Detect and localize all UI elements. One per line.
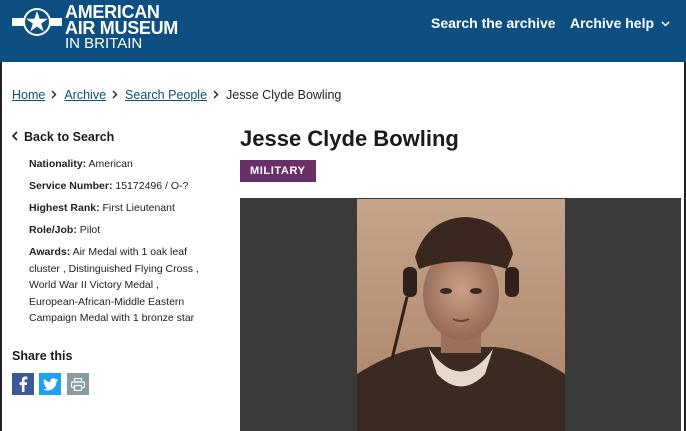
chevron-left-icon xyxy=(11,131,18,141)
chevron-right-icon xyxy=(51,88,57,102)
print-button[interactable] xyxy=(67,373,89,395)
detail-role-job: Role/Job: Pilot xyxy=(29,222,209,239)
nav-search-archive[interactable]: Search the archive xyxy=(431,15,556,31)
detail-label: Role/Job: xyxy=(29,224,77,236)
detail-service-number: Service Number: 15172496 / O-? xyxy=(29,178,209,195)
star-roundel-icon xyxy=(12,8,62,36)
page-title: Jesse Clyde Bowling xyxy=(240,126,459,151)
share-heading: Share this xyxy=(12,349,73,363)
chevron-right-icon xyxy=(112,88,118,102)
detail-highest-rank: Highest Rank: First Lieutenant xyxy=(29,200,209,217)
share-twitter-button[interactable] xyxy=(39,373,61,395)
detail-label: Nationality: xyxy=(29,158,87,170)
nav-archive-help-label: Archive help xyxy=(570,15,655,31)
photo-container xyxy=(240,198,681,431)
nav-archive-help[interactable]: Archive help xyxy=(570,15,670,31)
person-details: Nationality: American Service Number: 15… xyxy=(29,156,209,332)
back-to-search-label: Back to Search xyxy=(24,130,115,144)
share-facebook-button[interactable] xyxy=(12,373,34,395)
breadcrumb-archive[interactable]: Archive xyxy=(64,88,106,102)
detail-awards: Awards: Air Medal with 1 oak leaf cluste… xyxy=(29,244,209,327)
logo-line-3: IN BRITAIN xyxy=(65,35,143,52)
site-header: AMERICAN AIR MUSEUM IN BRITAIN Search th… xyxy=(0,0,686,62)
category-badge: MILITARY xyxy=(240,160,316,182)
detail-label: Highest Rank: xyxy=(29,202,100,214)
breadcrumb: Home Archive Search People Jesse Clyde Bowl… xyxy=(12,88,341,102)
breadcrumb-current: Jesse Clyde Bowling xyxy=(226,88,342,102)
breadcrumb-search-people[interactable]: Search People xyxy=(125,88,207,102)
chevron-right-icon xyxy=(213,88,219,102)
detail-label: Awards: xyxy=(29,246,71,258)
detail-value: 15172496 / O-? xyxy=(115,180,189,192)
printer-icon xyxy=(71,377,85,391)
window-border-left xyxy=(0,0,2,431)
chevron-down-icon xyxy=(661,21,670,27)
detail-value: Pilot xyxy=(79,224,101,236)
portrait-photo xyxy=(357,199,565,431)
site-logo[interactable]: AMERICAN AIR MUSEUM IN BRITAIN xyxy=(12,3,178,52)
back-to-search-link[interactable]: Back to Search xyxy=(11,130,115,144)
facebook-icon xyxy=(19,376,28,392)
breadcrumb-home[interactable]: Home xyxy=(12,88,45,102)
detail-nationality: Nationality: American xyxy=(29,156,209,173)
detail-label: Service Number: xyxy=(29,180,113,192)
twitter-icon xyxy=(42,377,58,390)
detail-value: First Lieutenant xyxy=(102,202,175,214)
detail-value: American xyxy=(88,158,133,170)
